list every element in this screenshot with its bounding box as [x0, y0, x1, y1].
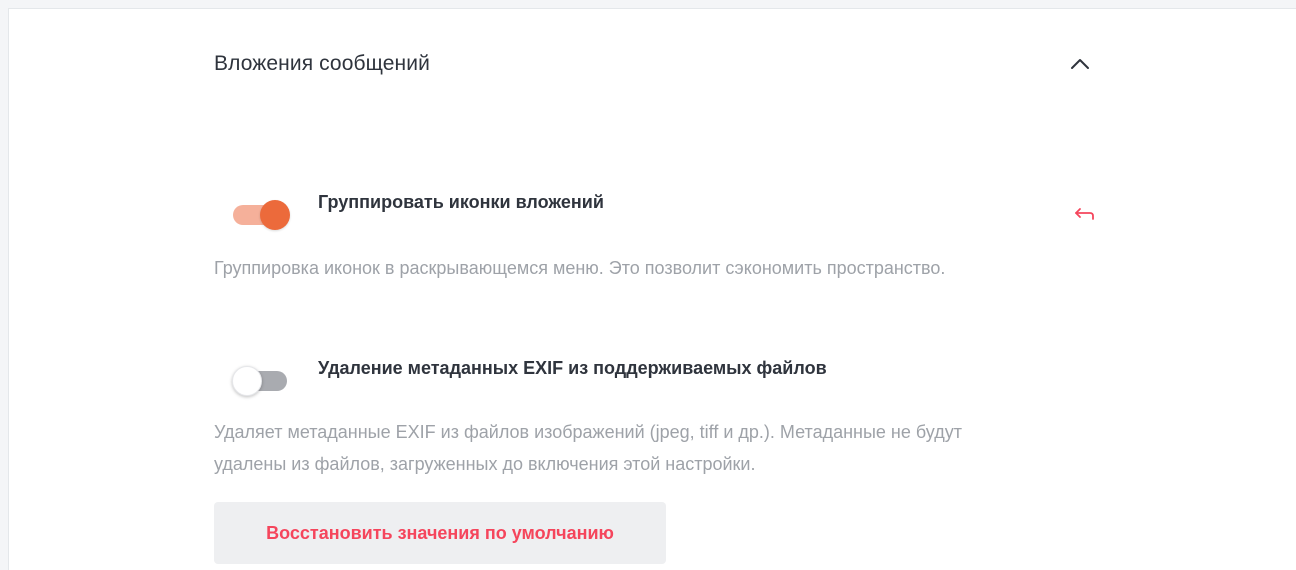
- exif-removal-toggle[interactable]: [232, 366, 288, 396]
- settings-panel: [8, 8, 1296, 570]
- group-icons-toggle[interactable]: [232, 200, 290, 230]
- toggle-thumb: [260, 200, 290, 230]
- section-header[interactable]: Вложения сообщений: [214, 44, 1094, 84]
- setting-description: Удаляет метаданные EXIF из файлов изобра…: [214, 422, 962, 474]
- restore-defaults-button[interactable]: Восстановить значения по умолчанию: [214, 502, 666, 564]
- section-title: Вложения сообщений: [214, 52, 430, 75]
- chevron-up-icon[interactable]: [1066, 50, 1094, 78]
- toggle-thumb: [232, 366, 262, 396]
- undo-arrow-icon[interactable]: [1074, 206, 1096, 222]
- setting-label: Группировать иконки вложений: [318, 192, 604, 212]
- setting-label: Удаление метаданных EXIF из поддерживаем…: [318, 358, 827, 378]
- setting-description: Группировка иконок в раскрывающемся меню…: [214, 258, 946, 278]
